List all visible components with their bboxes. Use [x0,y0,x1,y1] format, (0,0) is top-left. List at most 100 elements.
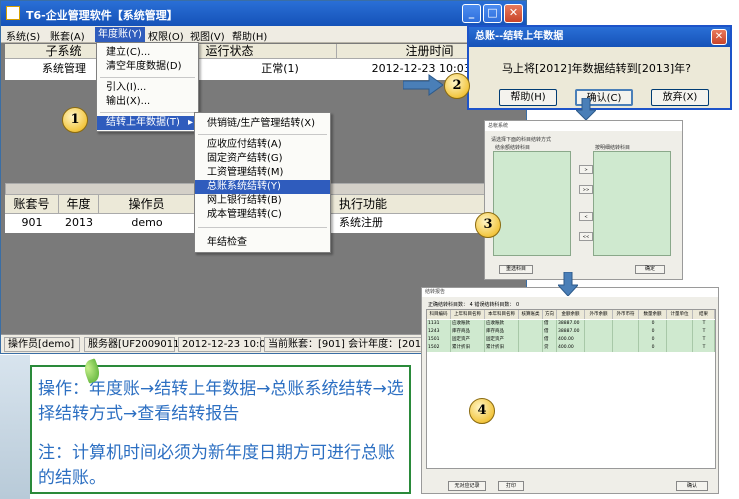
cell-account-no[interactable]: 901 [5,214,59,231]
cell [613,336,639,344]
move-left-button[interactable]: < [579,212,593,221]
step-marker-1: 1 [62,107,88,133]
col-header-account-no: 账套号 [5,195,59,214]
window-title: T6-企业管理软件【系统管理】 [26,9,178,22]
help-button[interactable]: 帮助(H) [499,89,557,106]
col-header: 外币余额 [585,310,613,319]
title-bar: T6-企业管理软件【系统管理】 _ □ ✕ [1,1,526,26]
cell: 1501 [427,336,451,344]
submenu-fixed-assets[interactable]: 固定资产结转(G) [195,152,330,166]
minimize-button[interactable]: _ [462,4,481,23]
menu-year-account[interactable]: 年度账(Y) [95,27,145,42]
col-header: 本年科目名称 [485,310,519,319]
cell [519,328,543,336]
submenu-year-end-check[interactable]: 年结检查 [195,236,330,250]
dialog-title: 总账--结转上年数据 [469,27,730,47]
cell: T [693,336,715,344]
cell-status[interactable]: 正常(1) [205,60,355,77]
cell [585,320,613,328]
cell: 借 [543,320,557,328]
cell: 应收账款 [485,320,519,328]
menu-item-clear-year[interactable]: 清空年度数据(D) [97,60,198,74]
no-match-button[interactable]: 无对应记录 [448,481,486,491]
cell [613,344,639,352]
reselect-button[interactable]: 重选科目 [499,265,533,274]
detail-subject-list[interactable] [593,151,671,256]
submenu-receivable[interactable]: 应收应付结转(A) [195,138,330,152]
ok-button[interactable]: 确定 [635,265,665,274]
table-row[interactable]: 1502 累计折旧 累计折旧 贷 400.00 0 T [427,344,715,352]
cell: 应收账款 [451,320,485,328]
cell: 固定资产 [485,336,519,344]
info-box: 操作：年度账→结转上年数据→总账系统结转→选择结转方式→查看结转报告 注：计算机… [30,365,411,494]
step-marker-2: 2 [444,73,470,99]
cell: T [693,344,715,352]
cell-year[interactable]: 2013 [59,214,99,231]
cell [667,344,693,352]
table-row[interactable]: 1243 库存商品 库存商品 借 38887.00 0 T [427,328,715,336]
arrow-down-icon [576,98,596,120]
cell [585,344,613,352]
cell [519,320,543,328]
submenu-cost[interactable]: 成本管理结转(C) [195,208,330,222]
cell [667,336,693,344]
menu-item-carry-forward-label: 结转上年数据(T) [106,117,180,128]
menu-item-import[interactable]: 引入(I)... [97,81,198,95]
col-header: 金额余额 [557,310,585,319]
cell: 1243 [427,328,451,336]
cell [519,344,543,352]
group-label: 请选择下面的科目结转方式 [491,137,552,143]
arrow-right-icon [403,74,443,96]
cancel-button[interactable]: 放弃(X) [651,89,709,106]
maximize-button[interactable]: □ [483,4,502,23]
report-summary: 正确结转科目数： 4 错误结转科目数： 0 [428,302,520,308]
print-button[interactable]: 打印 [498,481,524,491]
operation-steps: 操作：年度账→结转上年数据→总账系统结转→选择结转方式→查看结转报告 [38,379,404,424]
col-header: 上年科目名称 [451,310,485,319]
submenu-payroll[interactable]: 工资管理结转(M) [195,166,330,180]
menu-separator [198,134,327,135]
balance-subject-list[interactable] [493,151,571,256]
col-header: 外币币符 [613,310,639,319]
menu-permission[interactable]: 权限(O) [148,28,184,43]
menu-item-create[interactable]: 建立(C)... [97,46,198,60]
move-right-button[interactable]: > [579,165,593,174]
cell [613,320,639,328]
cell: T [693,328,715,336]
submenu-general-ledger[interactable]: 总账系统结转(Y) [195,180,330,194]
status-operator: 操作员[demo] [4,337,80,352]
cell: 固定资产 [451,336,485,344]
note-text: 注：计算机时间必须为新年度日期方可进行总账的结账。 [38,443,395,488]
table-row[interactable]: 1501 固定资产 固定资产 借 400.00 0 T [427,336,715,344]
menu-system[interactable]: 系统(S) [6,28,40,43]
submenu-arrow-icon: ▸ [187,117,193,128]
left-panel-label: 结余额结转科目 [495,145,531,151]
cell-operator[interactable]: demo [99,214,195,231]
confirm-button[interactable]: 确认 [676,481,708,491]
dialog-title: 总帐系统 [485,121,682,131]
menu-separator [198,227,327,228]
close-button[interactable]: ✕ [711,29,727,45]
carry-report-window: 结转报告 正确结转科目数： 4 错误结转科目数： 0 科目编码 上年科目名称 本… [421,287,719,494]
menu-item-export[interactable]: 输出(X)... [97,95,198,109]
dialog-message: 马上将[2012]年数据结转到[2013]年? [502,62,691,75]
close-button[interactable]: ✕ [504,4,523,23]
year-account-menu: 建立(C)... 清空年度数据(D) 引入(I)... 输出(X)... 结转上… [96,42,199,132]
app-icon [6,6,20,20]
col-header: 核算账类 [519,310,543,319]
move-all-right-button[interactable]: >> [579,185,593,194]
menu-account[interactable]: 账套(A) [50,28,85,43]
submenu-online-bank[interactable]: 网上银行结转(B) [195,194,330,208]
cell: 0 [639,328,667,336]
col-header: 数量余额 [639,310,667,319]
menu-help[interactable]: 帮助(H) [232,28,267,43]
cell: 1131 [427,320,451,328]
menu-item-carry-forward[interactable]: 结转上年数据(T) ▸ [97,116,198,130]
menu-view[interactable]: 视图(V) [190,28,225,43]
table-row[interactable]: 1131 应收账款 应收账款 借 38887.00 0 T [427,320,715,328]
confirm-dialog: 总账--结转上年数据 ✕ 马上将[2012]年数据结转到[2013]年? 帮助(… [467,25,732,110]
submenu-supply-chain[interactable]: 供销链/生产管理结转(X) [195,117,330,131]
cell: T [693,320,715,328]
move-all-left-button[interactable]: << [579,232,593,241]
col-header: 方向 [543,310,557,319]
